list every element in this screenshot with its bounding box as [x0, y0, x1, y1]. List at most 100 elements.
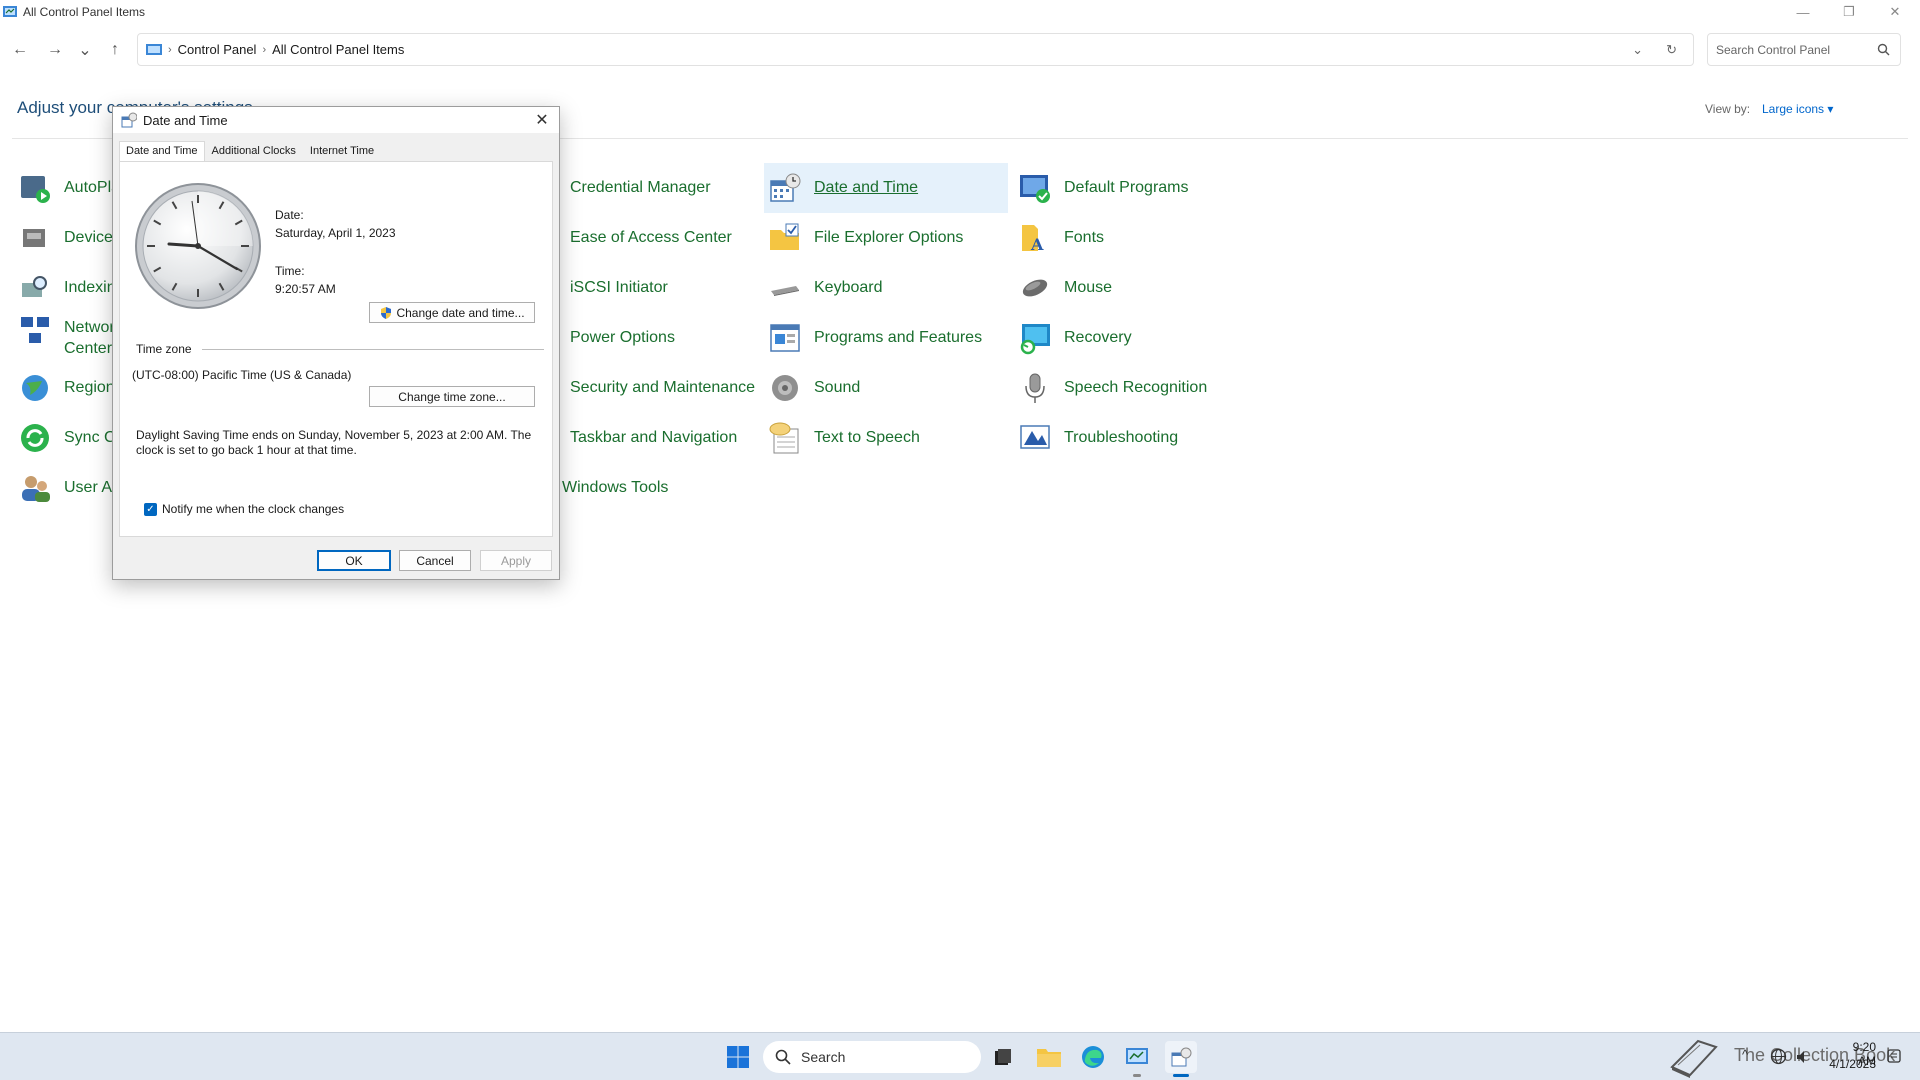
- item-windows-tools[interactable]: Windows Tools: [562, 463, 762, 513]
- item-credential-manager[interactable]: Credential Manager: [524, 163, 764, 213]
- item-file-explorer-options[interactable]: File Explorer Options: [768, 213, 1008, 263]
- item-taskbar-navigation[interactable]: Taskbar and Navigation: [524, 413, 764, 463]
- cancel-button[interactable]: Cancel: [399, 550, 471, 571]
- volume-icon[interactable]: [1796, 1050, 1810, 1064]
- back-button[interactable]: ←: [8, 38, 32, 62]
- chevron-right-icon: ›: [168, 43, 172, 56]
- tab-additional-clocks[interactable]: Additional Clocks: [205, 141, 303, 161]
- control-panel-taskbar-button[interactable]: [1121, 1041, 1153, 1077]
- task-view-button[interactable]: [987, 1041, 1019, 1073]
- search-icon: [775, 1049, 791, 1065]
- search-placeholder: Search Control Panel: [1716, 42, 1831, 57]
- sync-icon: [21, 424, 49, 452]
- dialog-tabs: Date and Time Additional Clocks Internet…: [119, 141, 381, 161]
- search-icon[interactable]: [1877, 43, 1890, 56]
- folder-icon: [1037, 1049, 1061, 1067]
- uac-shield-icon: [381, 306, 392, 319]
- address-bar[interactable]: › Control Panel › All Control Panel Item…: [137, 33, 1694, 66]
- breadcrumb-all-items[interactable]: All Control Panel Items: [272, 42, 404, 57]
- recent-locations-button[interactable]: ⌄: [73, 38, 97, 62]
- address-dropdown-button[interactable]: ⌄: [1632, 42, 1643, 58]
- chevron-right-icon: ›: [262, 43, 267, 56]
- restore-button[interactable]: ❐: [1826, 0, 1872, 24]
- mouse-icon: [1022, 279, 1048, 297]
- tab-date-and-time[interactable]: Date and Time: [119, 141, 205, 161]
- change-date-time-button[interactable]: Change date and time...: [369, 302, 535, 323]
- network-icon: [21, 317, 49, 343]
- change-time-zone-button[interactable]: Change time zone...: [369, 386, 535, 407]
- autoplay-icon: [21, 176, 50, 203]
- item-iscsi-initiator[interactable]: iSCSI Initiator: [524, 263, 764, 313]
- folder-icon: [770, 223, 799, 250]
- taskbar-search-label: Search: [801, 1049, 846, 1065]
- dst-info-line2: clock is set to go back 1 hour at that t…: [136, 443, 357, 457]
- globe-icon: [22, 375, 48, 401]
- control-panel-icon: [3, 6, 17, 17]
- item-speech-recognition[interactable]: Speech Recognition: [1018, 363, 1258, 413]
- date-time-icon: [1171, 1047, 1192, 1067]
- file-explorer-button[interactable]: [1033, 1041, 1065, 1073]
- change-date-time-label: Change date and time...: [396, 305, 525, 320]
- keyboard-icon: [771, 286, 799, 296]
- time-zone-value: (UTC-08:00) Pacific Time (US & Canada): [132, 368, 352, 382]
- notification-icon[interactable]: [1886, 1048, 1902, 1064]
- navigation-bar: ← → ⌄ ↑ › Control Panel › All Control Pa…: [0, 30, 1920, 70]
- date-time-taskbar-button[interactable]: [1165, 1041, 1197, 1077]
- item-text-to-speech[interactable]: Text to Speech: [768, 413, 1008, 463]
- chevron-up-icon[interactable]: ^: [1742, 1047, 1748, 1062]
- forward-button[interactable]: →: [43, 38, 67, 62]
- running-indicator: [1133, 1074, 1141, 1077]
- notify-label[interactable]: Notify me when the clock changes: [162, 502, 344, 516]
- item-date-and-time[interactable]: Date and Time: [764, 163, 1008, 213]
- apply-button[interactable]: Apply: [480, 550, 552, 571]
- tab-internet-time[interactable]: Internet Time: [303, 141, 381, 161]
- item-ease-of-access[interactable]: Ease of Access Center: [524, 213, 764, 263]
- edge-button[interactable]: [1077, 1041, 1109, 1073]
- windows-logo-icon: [727, 1046, 749, 1068]
- minimize-button[interactable]: —: [1780, 0, 1826, 24]
- dialog-close-button[interactable]: ✕: [531, 109, 553, 131]
- item-fonts[interactable]: A Fonts: [1018, 213, 1258, 263]
- taskbar: Search The Collection Book ^ 9:20 AM 4/1…: [0, 1032, 1920, 1080]
- ok-button[interactable]: OK: [317, 550, 391, 571]
- item-mouse[interactable]: Mouse: [1018, 263, 1258, 313]
- taskbar-search[interactable]: Search: [763, 1041, 981, 1073]
- default-programs-icon: [1020, 175, 1050, 203]
- time-zone-divider: [202, 349, 544, 350]
- date-time-icon: [770, 173, 801, 202]
- item-troubleshooting[interactable]: Troubleshooting: [1018, 413, 1258, 463]
- close-window-button[interactable]: ✕: [1872, 0, 1918, 24]
- dialog-titlebar: Date and Time ✕: [113, 107, 559, 133]
- control-panel-icon: [1126, 1048, 1148, 1064]
- item-programs-features[interactable]: Programs and Features: [768, 313, 1008, 363]
- up-button[interactable]: ↑: [103, 38, 127, 62]
- refresh-button[interactable]: ↻: [1666, 42, 1677, 58]
- item-keyboard[interactable]: Keyboard: [768, 263, 1008, 313]
- analog-clock-icon: [135, 183, 261, 309]
- fonts-icon: A: [1022, 225, 1044, 254]
- item-power-options[interactable]: Power Options: [524, 313, 764, 363]
- dialog-title: Date and Time: [143, 112, 228, 128]
- view-by-dropdown[interactable]: Large icons ▾: [1762, 102, 1833, 116]
- tray-date[interactable]: 4/1/2023: [1828, 1057, 1876, 1071]
- microphone-icon: [1025, 373, 1045, 403]
- control-panel-icon: [146, 43, 162, 55]
- breadcrumb-control-panel[interactable]: Control Panel: [178, 42, 257, 57]
- item-security-maintenance[interactable]: Security and Maintenance: [524, 363, 764, 413]
- tab-panel-date-and-time: Date: Saturday, April 1, 2023 Time: 9:20…: [119, 161, 553, 537]
- recovery-icon: [1020, 324, 1050, 355]
- notify-checkbox[interactable]: ✓: [144, 503, 157, 516]
- troubleshooting-icon: [1020, 425, 1050, 449]
- item-sound[interactable]: Sound: [768, 363, 1008, 413]
- network-globe-icon[interactable]: [1770, 1048, 1787, 1065]
- programs-features-icon: [770, 324, 800, 352]
- time-label: Time:: [275, 264, 305, 278]
- time-zone-heading: Time zone: [136, 342, 192, 356]
- search-input[interactable]: Search Control Panel: [1707, 33, 1901, 66]
- window-title: All Control Panel Items: [23, 5, 146, 19]
- edge-icon: [1082, 1046, 1104, 1068]
- start-button[interactable]: [722, 1041, 754, 1073]
- item-recovery[interactable]: Recovery: [1018, 313, 1258, 363]
- item-default-programs[interactable]: Default Programs: [1018, 163, 1258, 213]
- date-label: Date:: [275, 208, 304, 222]
